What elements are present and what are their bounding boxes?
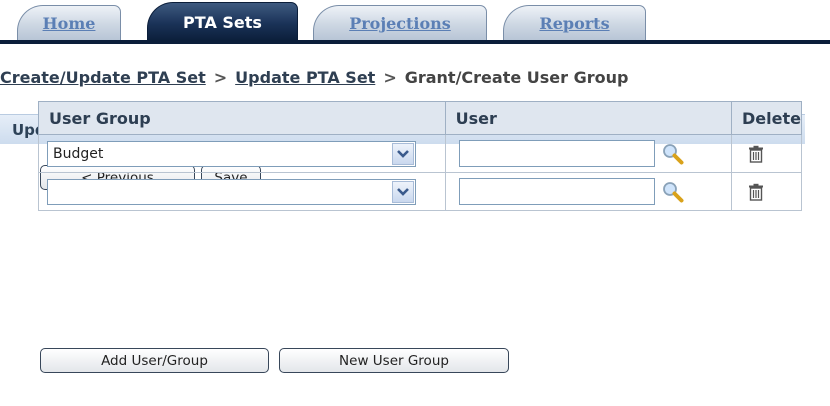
- tab-pta-sets-label[interactable]: PTA Sets: [183, 13, 262, 32]
- tab-reports-label[interactable]: Reports: [539, 14, 609, 33]
- trash-icon[interactable]: [747, 183, 765, 201]
- add-user-group-button[interactable]: Add User/Group: [40, 348, 269, 373]
- table-header-row: User Group User Delete: [38, 101, 802, 135]
- breadcrumb-separator: >: [213, 68, 228, 87]
- new-user-group-button[interactable]: New User Group: [279, 348, 509, 373]
- user-group-select[interactable]: [47, 179, 416, 205]
- tab-pta-sets[interactable]: PTA Sets: [147, 2, 298, 41]
- user-input[interactable]: [458, 178, 655, 205]
- column-header-user-group: User Group: [38, 101, 446, 135]
- tab-bar: Home PTA Sets Projections Reports: [0, 0, 830, 44]
- trash-icon[interactable]: [747, 145, 765, 163]
- user-group-table: User Group User Delete Budget: [38, 101, 802, 211]
- chevron-down-icon[interactable]: [392, 143, 414, 165]
- tab-bar-baseline: [0, 40, 830, 44]
- breadcrumb-current: Grant/Create User Group: [404, 68, 629, 87]
- tab-home[interactable]: Home: [17, 5, 121, 40]
- user-cell: [444, 134, 733, 173]
- tab-projections[interactable]: Projections: [313, 5, 487, 40]
- breadcrumb-separator: >: [383, 68, 397, 87]
- user-group-select[interactable]: Budget: [47, 141, 416, 167]
- column-header-delete: Delete: [731, 101, 802, 135]
- breadcrumb-create-update-pta-set[interactable]: Create/Update PTA Set: [0, 68, 206, 87]
- tab-reports[interactable]: Reports: [503, 5, 646, 40]
- search-icon[interactable]: [662, 143, 684, 165]
- tab-projections-label[interactable]: Projections: [349, 14, 451, 33]
- breadcrumb: Create/Update PTA Set > Update PTA Set > Gra…: [0, 68, 628, 87]
- tab-home-label[interactable]: Home: [43, 14, 96, 33]
- table-row: Budget: [38, 134, 802, 173]
- column-header-user: User: [444, 101, 733, 135]
- user-cell: [444, 172, 733, 211]
- table-row: [38, 172, 802, 211]
- delete-cell: [731, 134, 802, 173]
- user-group-cell: [38, 172, 446, 211]
- user-input[interactable]: [458, 140, 655, 167]
- chevron-down-icon[interactable]: [392, 181, 414, 203]
- search-icon[interactable]: [662, 181, 684, 203]
- user-group-value[interactable]: Budget: [48, 146, 392, 162]
- user-group-cell: Budget: [38, 134, 446, 173]
- delete-cell: [731, 172, 802, 211]
- breadcrumb-update-pta-set[interactable]: Update PTA Set: [235, 68, 375, 87]
